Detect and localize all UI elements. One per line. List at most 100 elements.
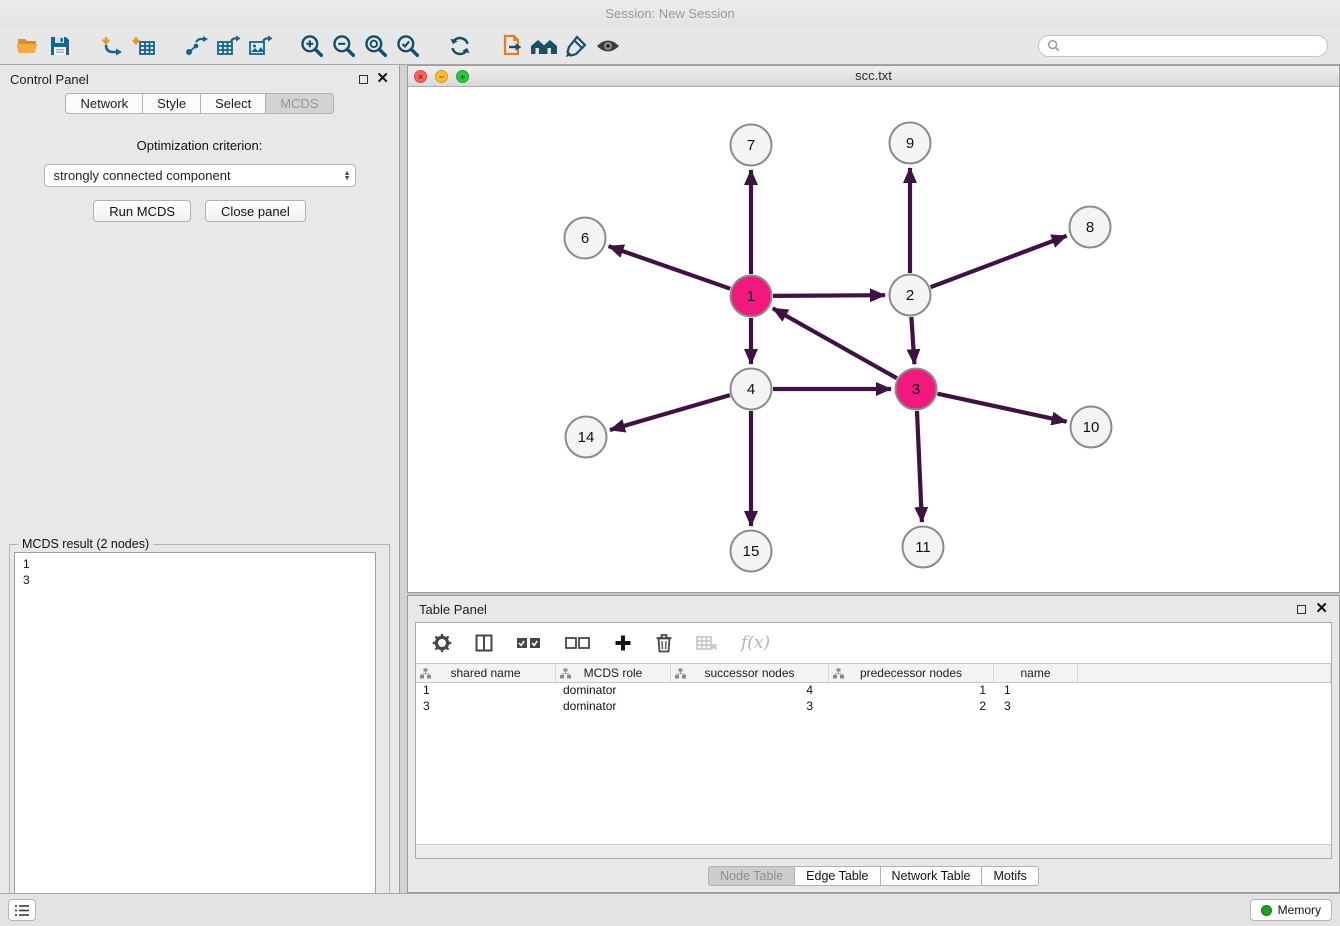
add-row-button[interactable] <box>614 634 632 652</box>
control-panel: Control Panel ✕ Network Style Select MCD… <box>0 65 400 893</box>
optimization-criterion-label: Optimization criterion: <box>0 138 399 153</box>
graph-edge-3-10[interactable] <box>938 394 1067 422</box>
function-builder-button[interactable]: f(x) <box>741 633 770 653</box>
tab-motifs[interactable]: Motifs <box>981 866 1038 886</box>
export-image-button[interactable] <box>244 31 276 61</box>
export-network-icon <box>183 33 209 59</box>
zoom-fit-button[interactable] <box>360 31 392 61</box>
home-button[interactable] <box>528 31 560 61</box>
float-table-panel-icon[interactable] <box>1297 605 1306 614</box>
zoom-selected-button[interactable] <box>392 31 424 61</box>
column-header-predecessor-nodes[interactable]: predecessor nodes <box>829 664 994 682</box>
import-table-icon <box>131 33 157 59</box>
tab-edge-table[interactable]: Edge Table <box>794 866 880 886</box>
main-toolbar <box>0 27 1340 65</box>
column-header-name[interactable]: name <box>994 664 1078 682</box>
tab-network-table[interactable]: Network Table <box>880 866 983 886</box>
cell-shared-name: 3 <box>416 699 556 715</box>
graph-edge-2-8[interactable] <box>931 236 1067 287</box>
mcds-panel: Optimization criterion: strongly connect… <box>0 114 399 891</box>
split-columns-button[interactable] <box>475 634 493 652</box>
export-table-button[interactable] <box>212 31 244 61</box>
table-panel-header: Table Panel ✕ <box>408 596 1339 622</box>
network-window-title: scc.txt <box>855 68 892 83</box>
network-window-titlebar[interactable]: × − + scc.txt <box>408 66 1339 87</box>
refresh-icon <box>447 33 473 59</box>
node-table: shared name MCDS role successor nodes <box>416 663 1331 715</box>
graph-edge-3-11[interactable] <box>917 411 922 522</box>
tab-select[interactable]: Select <box>201 93 266 114</box>
graph-node-label-8: 8 <box>1086 219 1094 236</box>
column-header-successor-nodes[interactable]: successor nodes <box>671 664 829 682</box>
zoom-out-button[interactable] <box>328 31 360 61</box>
right-column: × − + scc.txt 7968124314101511 Table Pan… <box>407 65 1340 893</box>
float-panel-icon[interactable] <box>359 75 368 84</box>
export-network-button[interactable] <box>180 31 212 61</box>
tab-network[interactable]: Network <box>65 93 143 114</box>
tab-style[interactable]: Style <box>143 93 201 114</box>
mcds-result-text[interactable]: 1 3 <box>14 552 376 910</box>
zoom-in-icon <box>299 33 325 59</box>
graph-edge-3-1[interactable] <box>773 308 897 378</box>
select-all-checkboxes-icon <box>516 636 542 650</box>
tab-mcds[interactable]: MCDS <box>266 93 333 114</box>
minimize-window-icon[interactable]: − <box>435 70 448 83</box>
refresh-layout-button[interactable] <box>444 31 476 61</box>
mcds-result-line: 1 <box>23 556 367 572</box>
window-titlebar: Session: New Session <box>0 0 1340 27</box>
zoom-window-icon[interactable]: + <box>456 70 469 83</box>
close-window-icon[interactable]: × <box>414 70 427 83</box>
table-scrollbar[interactable] <box>416 844 1331 858</box>
deselect-all-button[interactable] <box>565 636 591 650</box>
table-panel: Table Panel ✕ <box>407 595 1340 893</box>
close-panel-button[interactable]: Close panel <box>205 200 306 222</box>
column-header-mcds-role[interactable]: MCDS role <box>556 664 671 682</box>
close-table-panel-icon[interactable]: ✕ <box>1315 603 1328 615</box>
table-settings-button[interactable] <box>432 633 452 653</box>
cell-predecessor-nodes: 1 <box>829 683 994 699</box>
graph-edge-1-6[interactable] <box>609 246 731 289</box>
column-header-icon <box>833 668 844 679</box>
style-brush-button[interactable] <box>560 31 592 61</box>
tab-node-table[interactable]: Node Table <box>708 866 795 886</box>
cell-shared-name: 1 <box>416 683 556 699</box>
search-input[interactable] <box>1065 39 1319 53</box>
table-row[interactable]: 1 dominator 4 1 1 <box>416 683 1331 699</box>
zoom-in-button[interactable] <box>296 31 328 61</box>
graph-edge-2-3[interactable] <box>911 317 914 364</box>
column-header-filler <box>1078 664 1331 682</box>
optimization-criterion-select[interactable]: strongly connected component ▲▼ <box>44 164 356 187</box>
graph-edge-1-2[interactable] <box>773 295 885 296</box>
delete-table-button[interactable] <box>696 635 718 651</box>
application-window: Session: New Session <box>0 0 1340 926</box>
run-mcds-button[interactable]: Run MCDS <box>93 200 191 222</box>
table-row[interactable]: 3 dominator 3 2 3 <box>416 699 1331 715</box>
save-session-button[interactable] <box>44 31 76 61</box>
search-field[interactable] <box>1038 35 1328 57</box>
import-table-button[interactable] <box>128 31 160 61</box>
select-all-button[interactable] <box>516 636 542 650</box>
open-session-button[interactable] <box>12 31 44 61</box>
home-icon <box>529 33 559 59</box>
table-panel-body: f(x) shared name MCDS role <box>415 622 1332 859</box>
show-details-button[interactable] <box>592 31 624 61</box>
network-canvas[interactable]: 7968124314101511 <box>408 87 1339 592</box>
deselect-all-checkboxes-icon <box>565 636 591 650</box>
cell-predecessor-nodes: 2 <box>829 699 994 715</box>
network-graph: 7968124314101511 <box>408 87 1339 592</box>
plus-icon <box>614 634 632 652</box>
close-panel-icon[interactable]: ✕ <box>376 73 389 85</box>
table-toolbar: f(x) <box>416 623 1331 663</box>
column-header-shared-name[interactable]: shared name <box>416 664 556 682</box>
graph-node-label-7: 7 <box>747 137 755 154</box>
document-share-button[interactable] <box>496 31 528 61</box>
delete-row-button[interactable] <box>655 633 673 653</box>
task-history-button[interactable] <box>8 899 36 921</box>
table-panel-title: Table Panel <box>419 602 487 617</box>
graph-edge-4-14[interactable] <box>610 395 730 430</box>
cell-successor-nodes: 3 <box>671 699 829 715</box>
trash-icon <box>655 633 673 653</box>
import-network-button[interactable] <box>96 31 128 61</box>
memory-button[interactable]: Memory <box>1250 899 1332 921</box>
cell-mcds-role: dominator <box>556 699 671 715</box>
